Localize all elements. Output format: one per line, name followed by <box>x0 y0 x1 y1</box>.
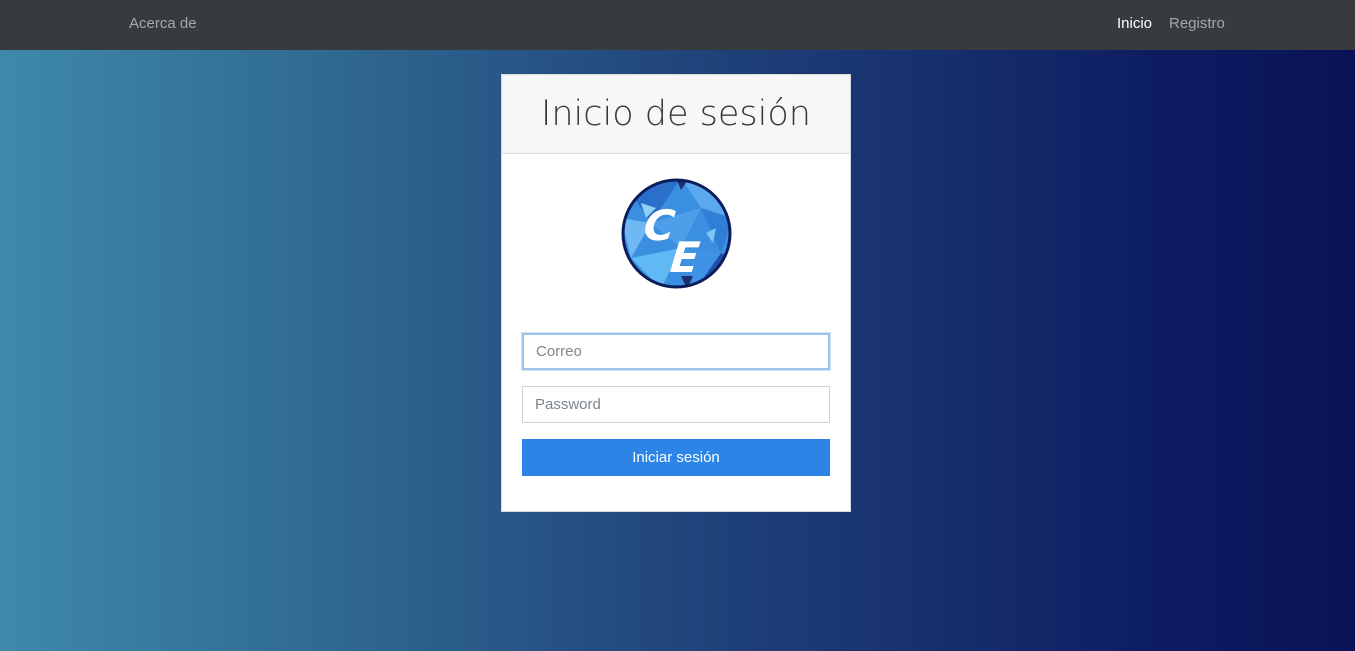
nav-about-link[interactable]: Acerca de <box>129 15 197 32</box>
email-field[interactable] <box>522 333 830 370</box>
nav-register-link[interactable]: Registro <box>1169 15 1225 32</box>
nav-home-link[interactable]: Inicio <box>1117 15 1152 32</box>
login-title: Inicio de sesión <box>541 94 811 134</box>
ce-logo: C E <box>621 178 732 289</box>
login-card-header: Inicio de sesión <box>502 75 850 154</box>
password-field[interactable] <box>522 386 830 423</box>
logo-letter-e: E <box>668 233 702 282</box>
login-card: Inicio de sesión C E Iniciar sesión <box>501 74 851 512</box>
login-button[interactable]: Iniciar sesión <box>522 439 830 476</box>
top-navbar: Acerca de Inicio Registro <box>0 0 1355 50</box>
